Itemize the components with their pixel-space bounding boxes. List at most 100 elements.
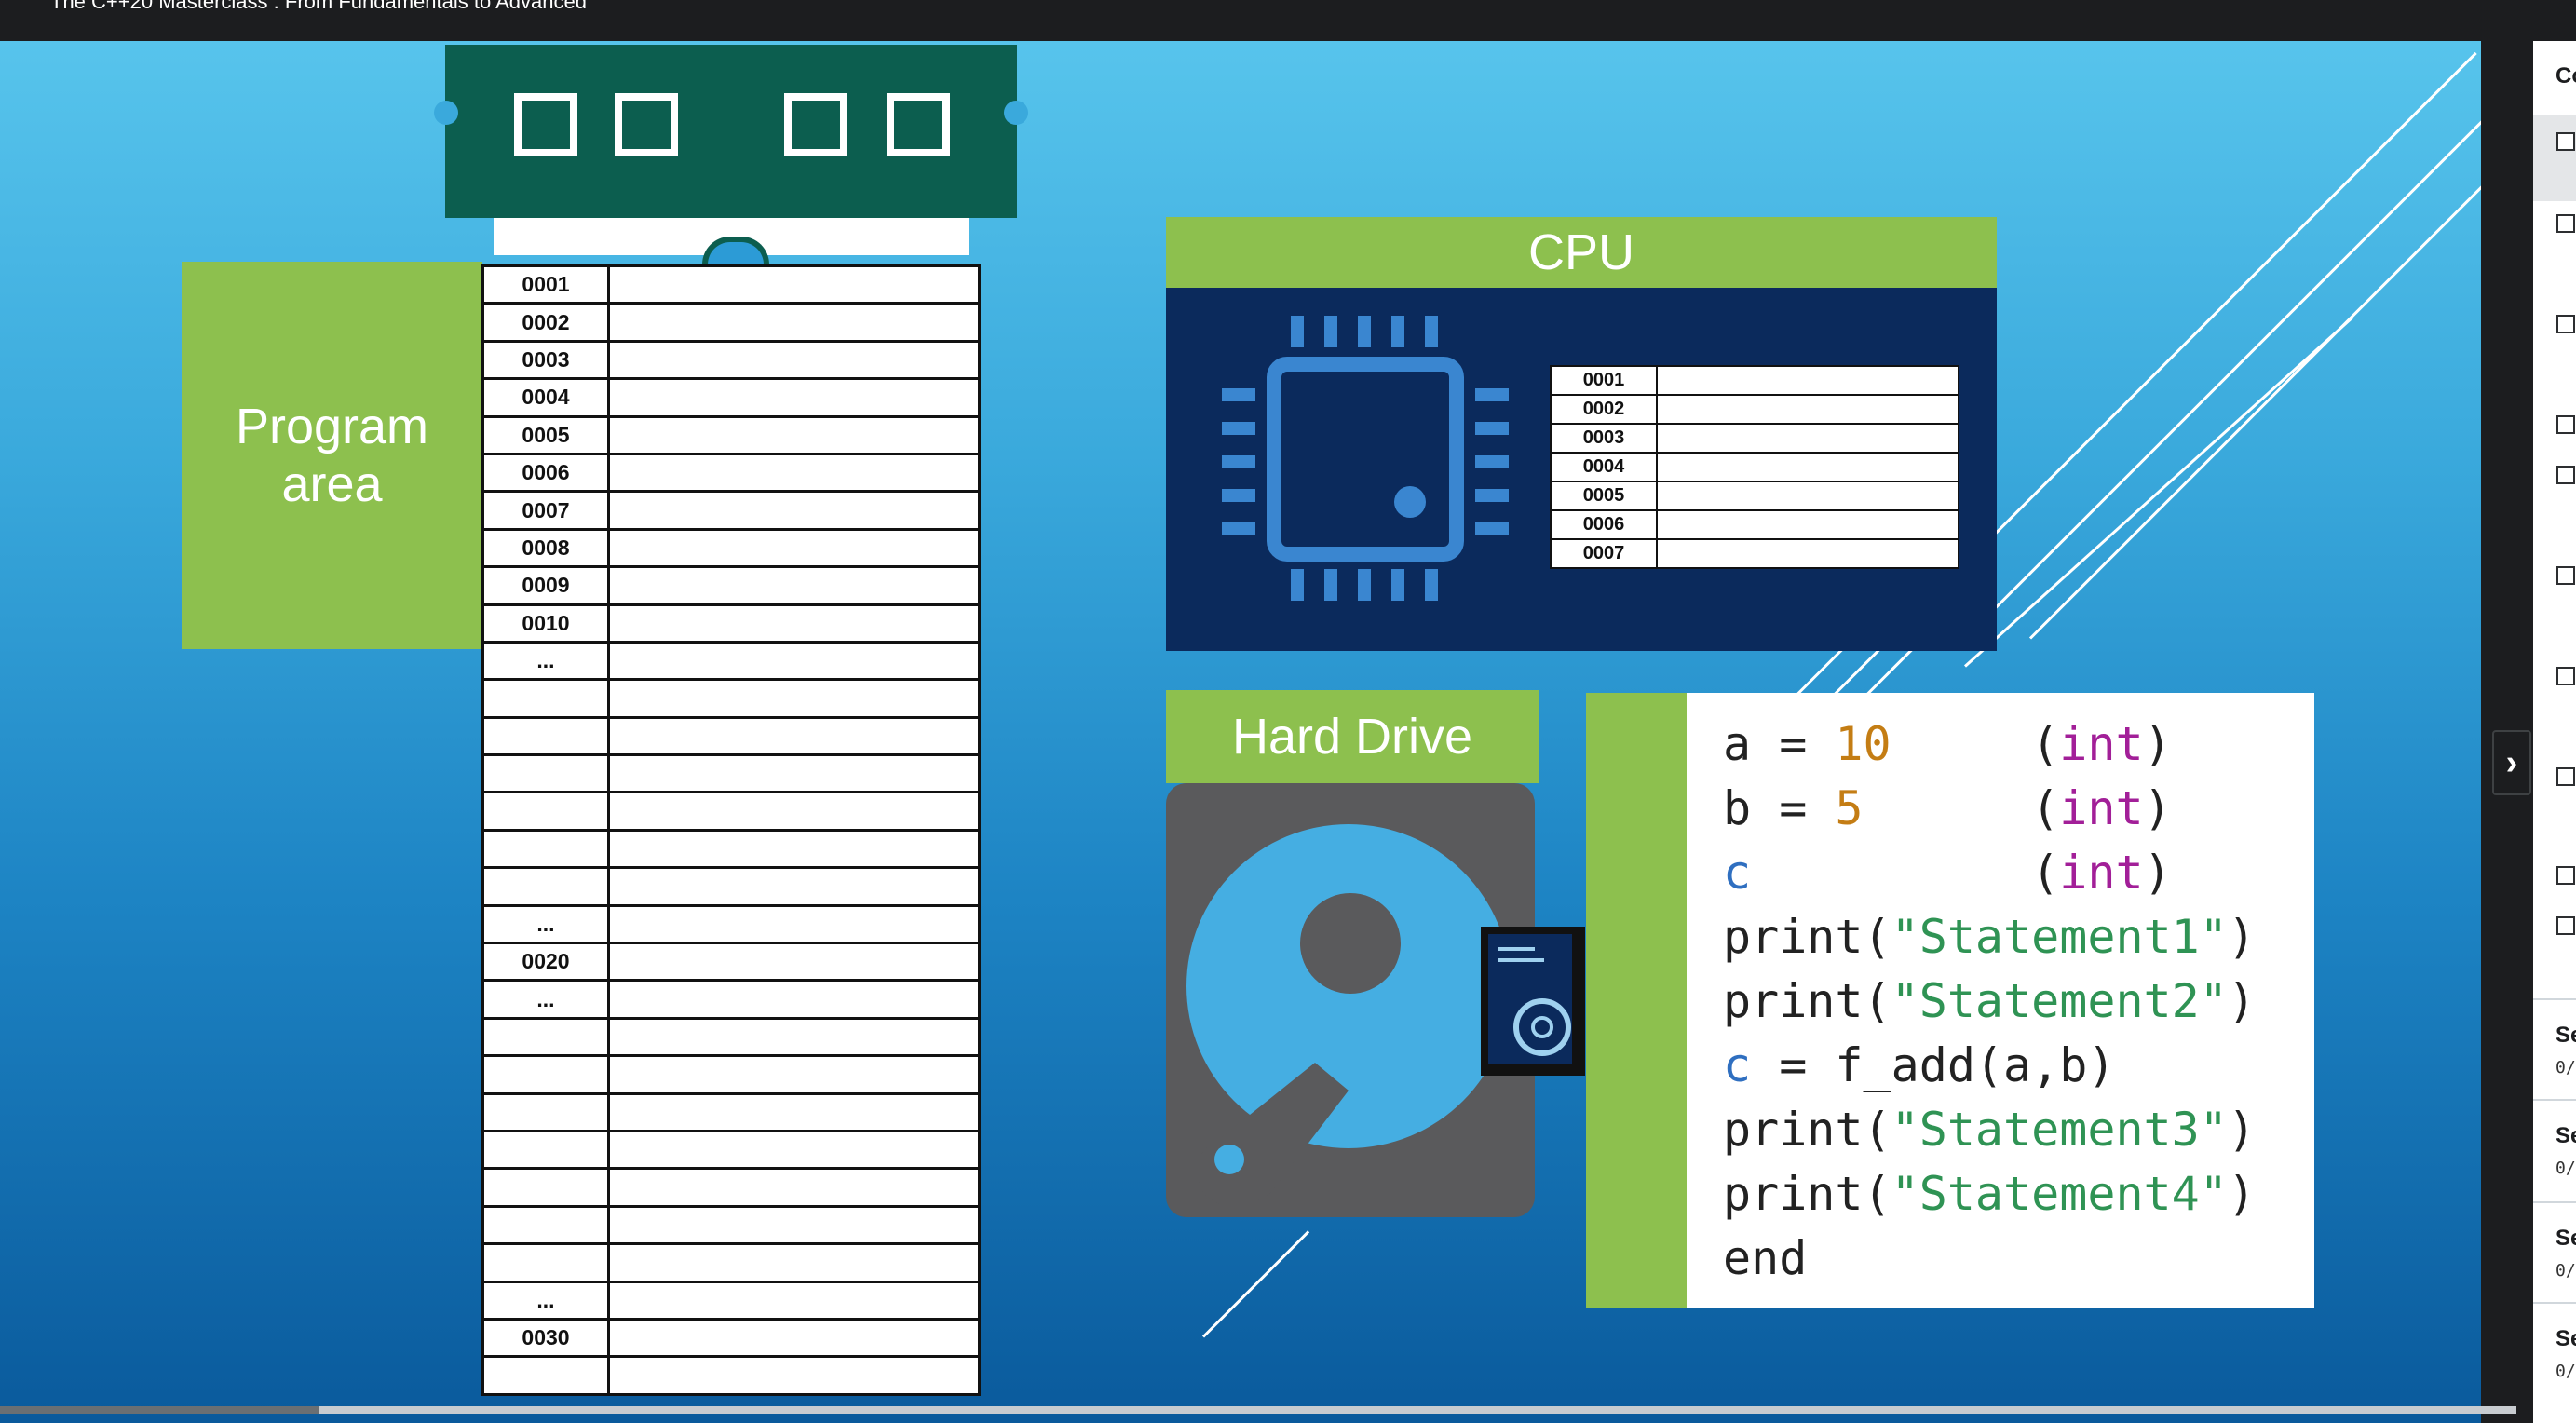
decor-line <box>1991 88 2481 612</box>
memory-row: ... <box>481 979 981 1020</box>
memory-address <box>481 1091 610 1132</box>
lecture-checkbox[interactable] <box>2556 566 2575 585</box>
section-title[interactable]: Se <box>2556 1226 2576 1252</box>
ram-chip <box>887 93 950 156</box>
code-line-5: print("Statement2") <box>1723 974 2256 1028</box>
memory-address <box>481 715 610 757</box>
ram-notch <box>434 101 458 125</box>
memory-row <box>481 1204 981 1246</box>
section-divider <box>2533 998 2576 1000</box>
cpu-register-cell <box>1656 538 1959 569</box>
memory-address: 0002 <box>481 302 610 343</box>
course-title: The C++20 Masterclass : From Fundamental… <box>50 0 587 13</box>
section-progress: 0/ <box>2556 1362 2576 1381</box>
lecture-checkbox[interactable] <box>2556 866 2575 885</box>
memory-cell <box>607 603 981 644</box>
memory-cell <box>607 302 981 343</box>
video-frame[interactable]: Program area 0001 0002 0003 0004 0005 0006 000… <box>0 41 2481 1423</box>
code-line-1: a = 10 (int) <box>1723 717 2172 771</box>
lecture-checkbox[interactable] <box>2556 315 2575 333</box>
cpu-register-row: 0004 <box>1550 452 1959 482</box>
memory-row <box>481 715 981 757</box>
section-title[interactable]: Se <box>2556 1326 2576 1352</box>
memory-cell <box>607 1129 981 1171</box>
memory-cell <box>607 452 981 494</box>
lecture-checkbox[interactable] <box>2556 767 2575 786</box>
memory-cell <box>607 264 981 305</box>
memory-row: 0008 <box>481 527 981 569</box>
lecture-checkbox[interactable] <box>2556 466 2575 484</box>
memory-row: 0009 <box>481 565 981 606</box>
memory-cell <box>607 942 981 983</box>
current-lecture-highlight[interactable] <box>2533 115 2576 201</box>
course-content-heading: Co <box>2556 63 2576 88</box>
memory-row <box>481 791 981 832</box>
player-header: The C++20 Masterclass : From Fundamental… <box>0 0 2576 41</box>
memory-row: 0010 <box>481 603 981 644</box>
code-line-9: end <box>1723 1231 1808 1285</box>
memory-address <box>481 1016 610 1058</box>
memory-cell <box>607 640 981 682</box>
memory-cell <box>607 1016 981 1058</box>
sidebar-toggle-button[interactable]: › <box>2492 730 2531 795</box>
cpu-register-address: 0006 <box>1550 509 1658 540</box>
memory-address <box>481 791 610 832</box>
lecture-checkbox[interactable] <box>2556 214 2575 233</box>
code-line-4: print("Statement1") <box>1723 910 2256 964</box>
lecture-checkbox[interactable] <box>2556 916 2575 935</box>
memory-row <box>481 866 981 907</box>
ram-notch <box>1004 101 1028 125</box>
decor-line <box>1954 51 2477 575</box>
memory-row: 0001 <box>481 264 981 305</box>
memory-row <box>481 1355 981 1396</box>
memory-row: ... <box>481 903 981 945</box>
memory-cell <box>607 979 981 1020</box>
memory-row <box>481 1129 981 1171</box>
code-line-6: c = f_add(a,b) <box>1723 1038 2116 1092</box>
section-divider <box>2533 1302 2576 1304</box>
section-divider <box>2533 1099 2576 1101</box>
memory-cell <box>607 828 981 870</box>
cpu-register-cell <box>1656 481 1959 511</box>
lecture-checkbox[interactable] <box>2556 667 2575 685</box>
ram-chip <box>514 93 577 156</box>
memory-address: 0010 <box>481 603 610 644</box>
decor-line <box>2028 129 2481 640</box>
memory-row: 0020 <box>481 942 981 983</box>
cpu-register-row: 0003 <box>1550 423 1959 454</box>
memory-cell <box>607 414 981 455</box>
memory-address <box>481 1242 610 1283</box>
cpu-register-address: 0003 <box>1550 423 1658 454</box>
memory-row: ... <box>481 1280 981 1321</box>
memory-address: ... <box>481 979 610 1020</box>
memory-address <box>481 1204 610 1246</box>
memory-cell <box>607 1317 981 1359</box>
memory-address: 0004 <box>481 377 610 418</box>
code-accent-bar <box>1586 693 1687 1308</box>
memory-row: 0006 <box>481 452 981 494</box>
cpu-register-row: 0005 <box>1550 481 1959 511</box>
cpu-register-cell <box>1656 452 1959 482</box>
memory-address: ... <box>481 1280 610 1321</box>
memory-address <box>481 828 610 870</box>
memory-cell <box>607 1204 981 1246</box>
section-title[interactable]: Se <box>2556 1123 2576 1149</box>
memory-address: 0008 <box>481 527 610 569</box>
memory-row <box>481 1054 981 1095</box>
memory-row <box>481 678 981 719</box>
memory-cell <box>607 1054 981 1095</box>
memory-address: 0020 <box>481 942 610 983</box>
lecture-checkbox[interactable] <box>2556 415 2575 434</box>
memory-address: 0009 <box>481 565 610 606</box>
video-progress-track[interactable] <box>0 1406 2516 1414</box>
memory-row: 0004 <box>481 377 981 418</box>
memory-cell <box>607 1280 981 1321</box>
memory-table: 0001 0002 0003 0004 0005 0006 0007 0008 0009 0010… <box>481 264 981 1396</box>
memory-address: 0030 <box>481 1317 610 1359</box>
memory-row: 0007 <box>481 490 981 531</box>
cpu-register-cell <box>1656 423 1959 454</box>
memory-cell <box>607 1242 981 1283</box>
lecture-checkbox[interactable] <box>2556 132 2575 151</box>
section-title[interactable]: Se <box>2556 1023 2576 1049</box>
memory-cell <box>607 791 981 832</box>
